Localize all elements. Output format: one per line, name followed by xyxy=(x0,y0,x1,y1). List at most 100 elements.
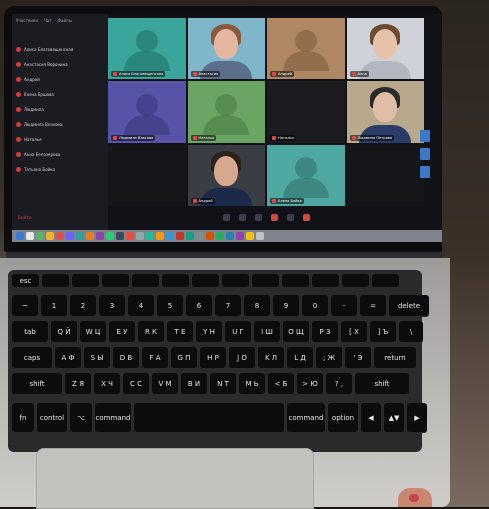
participant-item[interactable]: Анастасия Воронина xyxy=(16,59,106,70)
keyboard-key[interactable]: S Ы xyxy=(84,347,110,369)
dock-app-icon[interactable] xyxy=(246,232,254,240)
dock-app-icon[interactable] xyxy=(176,232,184,240)
keyboard-key[interactable]: Y Н xyxy=(196,321,222,343)
keyboard-key[interactable]: Z Я xyxy=(65,373,91,395)
keyboard-key[interactable]: caps xyxy=(12,347,52,369)
participant-item[interactable]: Елена Ершова xyxy=(16,89,106,100)
video-tile[interactable]: Андрей xyxy=(267,18,345,80)
keyboard-key[interactable]: ' Э xyxy=(345,347,371,369)
tab-participants[interactable]: Участники xyxy=(16,18,38,23)
keyboard-key[interactable] xyxy=(252,274,279,288)
dock-app-icon[interactable] xyxy=(186,232,194,240)
camera-button[interactable] xyxy=(238,213,246,221)
participant-item[interactable]: Алиса Благовещенская xyxy=(16,44,106,55)
keyboard-key[interactable]: E У xyxy=(109,321,135,343)
keyboard-key[interactable]: - xyxy=(331,295,357,317)
keyboard-key[interactable]: H Р xyxy=(200,347,226,369)
video-tile[interactable]: Елена Бойко xyxy=(267,144,345,206)
dock-app-icon[interactable] xyxy=(56,232,64,240)
participant-item[interactable]: Наталья xyxy=(16,134,106,145)
tab-files[interactable]: Файлы xyxy=(58,18,72,23)
dock-app-icon[interactable] xyxy=(66,232,74,240)
keyboard-key[interactable]: = xyxy=(360,295,386,317)
keyboard-key[interactable]: ◀ xyxy=(361,403,381,433)
leave-button[interactable]: Выйти xyxy=(18,215,31,220)
keyboard-key[interactable]: G П xyxy=(171,347,197,369)
keyboard-key[interactable] xyxy=(312,274,339,288)
keyboard-key[interactable]: ~ xyxy=(12,295,38,317)
keyboard-key[interactable]: fn xyxy=(12,403,34,433)
keyboard-key[interactable]: V М xyxy=(152,373,178,395)
keyboard-key[interactable] xyxy=(42,274,69,288)
keyboard-key[interactable]: 6 xyxy=(186,295,212,317)
keyboard-key[interactable]: ; Ж xyxy=(316,347,342,369)
keyboard-key[interactable]: esc xyxy=(12,274,39,288)
keyboard-key[interactable]: J О xyxy=(229,347,255,369)
dock-app-icon[interactable] xyxy=(136,232,144,240)
keyboard-key[interactable]: O Щ xyxy=(283,321,309,343)
video-tile[interactable]: Анна xyxy=(346,18,424,80)
keyboard-key[interactable] xyxy=(72,274,99,288)
keyboard-key[interactable]: ▶ xyxy=(407,403,427,433)
keyboard-key[interactable] xyxy=(342,274,369,288)
dock-app-icon[interactable] xyxy=(16,232,24,240)
keyboard-key[interactable]: command xyxy=(287,403,325,433)
video-tile[interactable] xyxy=(108,144,186,206)
keyboard-key[interactable]: I Ш xyxy=(254,321,280,343)
video-tile[interactable]: Алиса Благовещенская xyxy=(108,18,186,80)
keyboard-key[interactable]: 1 xyxy=(41,295,67,317)
dock-app-icon[interactable] xyxy=(256,232,264,240)
dock-app-icon[interactable] xyxy=(146,232,154,240)
keyboard-key[interactable]: return xyxy=(374,347,416,369)
dock-app-icon[interactable] xyxy=(156,232,164,240)
keyboard-key[interactable] xyxy=(132,274,159,288)
keyboard-key[interactable]: R К xyxy=(138,321,164,343)
keyboard-key[interactable]: 8 xyxy=(244,295,270,317)
keyboard-key[interactable]: L Д xyxy=(287,347,313,369)
keyboard-key[interactable]: < Б xyxy=(268,373,294,395)
dock-app-icon[interactable] xyxy=(106,232,114,240)
record-button[interactable] xyxy=(270,213,278,221)
video-tile[interactable]: Наталья xyxy=(267,81,345,143)
keyboard-key[interactable] xyxy=(282,274,309,288)
participant-item[interactable]: Людмила xyxy=(16,104,106,115)
dock-app-icon[interactable] xyxy=(236,232,244,240)
keyboard-key[interactable]: D В xyxy=(113,347,139,369)
keyboard-key[interactable]: F А xyxy=(142,347,168,369)
trackpad[interactable] xyxy=(36,448,314,509)
keyboard-key[interactable]: 2 xyxy=(70,295,96,317)
dock-app-icon[interactable] xyxy=(36,232,44,240)
keyboard-key[interactable]: Q Й xyxy=(51,321,77,343)
keyboard-key[interactable]: \ xyxy=(399,321,423,343)
dock-app-icon[interactable] xyxy=(126,232,134,240)
keyboard-key[interactable]: shift xyxy=(355,373,409,395)
mic-button[interactable] xyxy=(222,213,230,221)
keyboard-key[interactable]: W Ц xyxy=(80,321,106,343)
keyboard-key[interactable]: control xyxy=(37,403,67,433)
keyboard-key[interactable]: 9 xyxy=(273,295,299,317)
keyboard-key[interactable]: K Л xyxy=(258,347,284,369)
dock-app-icon[interactable] xyxy=(76,232,84,240)
video-tile[interactable]: Людмила Власова xyxy=(108,81,186,143)
keyboard-key[interactable] xyxy=(102,274,129,288)
keyboard-key[interactable]: tab xyxy=(12,321,48,343)
keyboard-key[interactable]: A Ф xyxy=(55,347,81,369)
keyboard-key[interactable]: > Ю xyxy=(297,373,323,395)
participant-item[interactable]: Татьяна Бойко xyxy=(16,164,106,175)
keyboard-key[interactable]: N Т xyxy=(210,373,236,395)
keyboard-key[interactable]: B И xyxy=(181,373,207,395)
dock-app-icon[interactable] xyxy=(26,232,34,240)
keyboard-key[interactable]: 5 xyxy=(157,295,183,317)
keyboard-key[interactable] xyxy=(372,274,399,288)
chat-button[interactable] xyxy=(286,213,294,221)
keyboard-key[interactable]: command xyxy=(95,403,131,433)
keyboard-key[interactable] xyxy=(162,274,189,288)
keyboard-key[interactable]: 7 xyxy=(215,295,241,317)
dock-app-icon[interactable] xyxy=(206,232,214,240)
keyboard-key[interactable]: shift xyxy=(12,373,62,395)
folder-icon[interactable] xyxy=(420,130,430,142)
keyboard-key[interactable]: ⌥ xyxy=(70,403,92,433)
keyboard-key[interactable]: option xyxy=(328,403,358,433)
end-call-button[interactable] xyxy=(302,213,310,221)
keyboard-key[interactable]: U Г xyxy=(225,321,251,343)
